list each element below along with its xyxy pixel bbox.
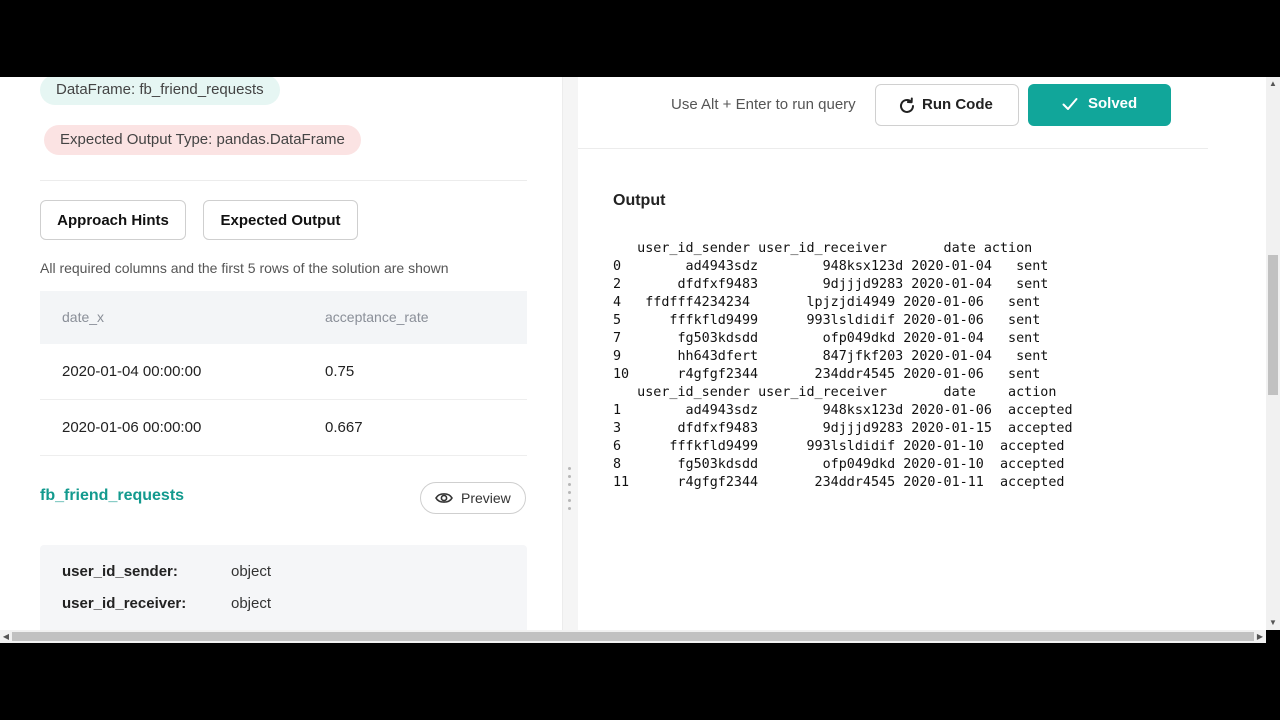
divider (578, 148, 1208, 149)
run-code-button[interactable]: Run Code (875, 84, 1019, 126)
console-line: 6 fffkfld9499 993lsldidif 2020-01-10 acc… (613, 439, 1065, 454)
table-row: 2020-01-06 00:00:00 0.667 (40, 400, 527, 456)
column-header-acceptance-rate: acceptance_rate (325, 309, 429, 325)
schema-box: user_id_sender: object user_id_receiver: o… (40, 545, 527, 630)
table-name-title[interactable]: fb_friend_requests (40, 487, 184, 505)
expected-output-button[interactable]: Expected Output (203, 200, 358, 240)
console-line: 1 ad4943sdz 948ksx123d 2020-01-06 accept… (613, 403, 1073, 418)
table-row: 2020-01-04 00:00:00 0.75 (40, 344, 527, 400)
scroll-down-arrow-icon[interactable]: ▼ (1266, 616, 1280, 630)
table-cell: 0.667 (325, 419, 363, 436)
console-line: 9 hh643dfert 847jfkf203 2020-01-04 sent (613, 349, 1049, 364)
refresh-icon (900, 97, 914, 113)
solved-button[interactable]: Solved (1028, 84, 1171, 126)
console-line: 2 dfdfxf9483 9djjjd9283 2020-01-04 sent (613, 277, 1049, 292)
console-line: user_id_sender user_id_receiver date act… (613, 241, 1033, 256)
scroll-left-arrow-icon[interactable]: ◀ (0, 630, 12, 643)
console-line: 5 fffkfld9499 993lsldidif 2020-01-06 sen… (613, 313, 1041, 328)
column-header-date-x: date_x (62, 309, 105, 325)
preview-label: Preview (461, 490, 511, 506)
console-line: 7 fg503kdsdd ofp049dkd 2020-01-04 sent (613, 331, 1041, 346)
output-console: user_id_sender user_id_receiver date act… (613, 240, 1073, 492)
table-cell: 2020-01-04 00:00:00 (62, 363, 202, 380)
run-code-label: Run Code (922, 96, 993, 113)
approach-hints-button[interactable]: Approach Hints (40, 200, 186, 240)
solved-label: Solved (1088, 95, 1138, 112)
console-line: 4 ffdfff4234234 lpjzjdi4949 2020-01-06 s… (613, 295, 1041, 310)
drag-handle-icon[interactable] (568, 467, 572, 515)
expected-output-table: date_x acceptance_rate 2020-01-04 00:00:… (40, 291, 527, 456)
question-panel: DataFrame: fb_friend_requests Expected O… (0, 77, 562, 630)
horizontal-scrollbar-thumb[interactable] (12, 632, 1254, 641)
preview-button[interactable]: Preview (420, 482, 526, 514)
panel-splitter[interactable] (562, 77, 579, 630)
console-line: 11 r4gfgf2344 234ddr4545 2020-01-11 acce… (613, 475, 1065, 490)
schema-column-type: object (231, 595, 272, 612)
divider (40, 180, 527, 181)
output-heading: Output (613, 192, 666, 209)
schema-column-type: object (231, 563, 272, 580)
expected-output-type-pill: Expected Output Type: pandas.DataFrame (44, 125, 361, 155)
browser-viewport: DataFrame: fb_friend_requests Expected O… (0, 77, 1280, 630)
run-shortcut-hint: Use Alt + Enter to run query (671, 96, 856, 113)
eye-icon (435, 493, 453, 503)
solution-note: All required columns and the first 5 row… (40, 260, 449, 276)
console-line: 10 r4gfgf2344 234ddr4545 2020-01-06 sent (613, 367, 1041, 382)
table-cell: 0.75 (325, 363, 355, 380)
schema-column-name: user_id_sender: (62, 563, 178, 580)
console-line: 0 ad4943sdz 948ksx123d 2020-01-04 sent (613, 259, 1049, 274)
console-line: user_id_sender user_id_receiver date act… (613, 385, 1057, 400)
schema-row: user_id_receiver: object (62, 595, 271, 612)
code-output-panel: Use Alt + Enter to run query Run Code So… (578, 77, 1266, 630)
table-cell: 2020-01-06 00:00:00 (62, 419, 202, 436)
scroll-up-arrow-icon[interactable]: ▲ (1266, 77, 1280, 91)
check-icon (1062, 98, 1078, 110)
schema-row: user_id_sender: object (62, 563, 271, 580)
console-line: 8 fg503kdsdd ofp049dkd 2020-01-10 accept… (613, 457, 1065, 472)
schema-column-name: user_id_receiver: (62, 595, 187, 612)
scroll-right-arrow-icon[interactable]: ▶ (1254, 630, 1266, 643)
table-header: date_x acceptance_rate (40, 291, 527, 344)
dataframe-pill: DataFrame: fb_friend_requests (40, 77, 280, 105)
console-line: 3 dfdfxf9483 9djjjd9283 2020-01-15 accep… (613, 421, 1073, 436)
vertical-scrollbar-thumb[interactable] (1268, 255, 1278, 395)
